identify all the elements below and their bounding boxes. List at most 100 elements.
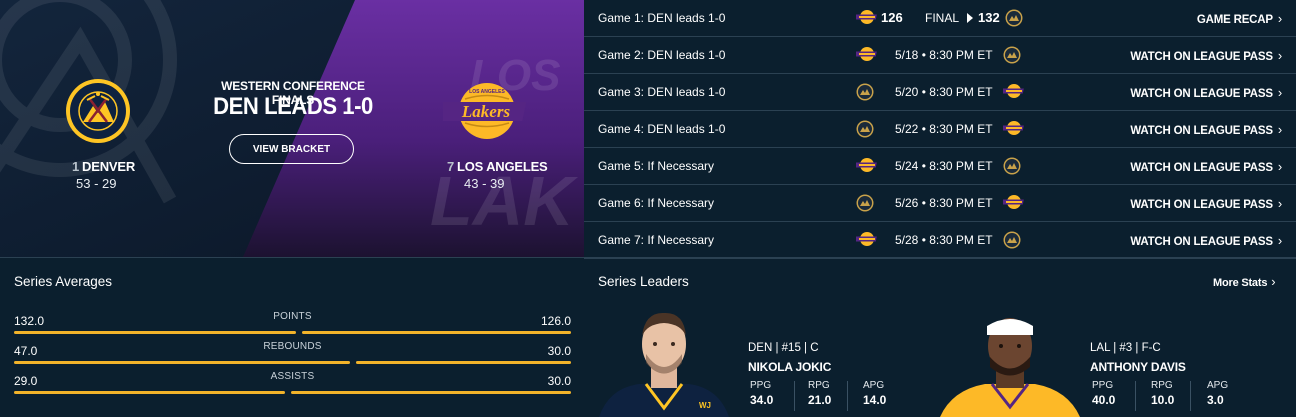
series-leaders-title: Series Leaders (598, 274, 689, 289)
game-label: Game 5: If Necessary (598, 159, 715, 173)
game-label: Game 2: DEN leads 1-0 (598, 48, 726, 62)
game-label: Game 6: If Necessary (598, 196, 715, 210)
average-stat-label: REBOUNDS (263, 341, 322, 352)
den-average-bar (14, 361, 350, 364)
average-stat-label: POINTS (273, 311, 312, 322)
game-link[interactable]: WATCH ON LEAGUE PASS › (1130, 48, 1282, 63)
winner-arrow-icon (967, 13, 973, 23)
lakers-logo (1000, 120, 1024, 138)
game-row[interactable]: Game 2: DEN leads 1-0 5/18 • 8:30 PM ET WA… (584, 37, 1296, 74)
player-headshot-davis[interactable] (940, 312, 1080, 417)
home-team-record: 53 - 29 (76, 176, 117, 191)
game-link[interactable]: WATCH ON LEAGUE PASS › (1130, 122, 1282, 137)
lal-average-value: 126.0 (540, 314, 571, 328)
player-team-meta: LAL | #3 | F-C (1090, 342, 1161, 354)
player-team-meta: DEN | #15 | C (748, 342, 819, 354)
nuggets-logo (856, 83, 876, 101)
stat-divider (847, 381, 848, 411)
series-averages-title: Series Averages (14, 274, 113, 289)
den-average-bar (14, 331, 296, 334)
chevron-right-icon: › (1277, 233, 1282, 248)
game-row[interactable]: Game 3: DEN leads 1-0 5/20 • 8:30 PM ET WA… (584, 74, 1296, 111)
nuggets-logo (1005, 9, 1025, 27)
more-stats-link[interactable]: More Stats › (1213, 274, 1276, 289)
game-link[interactable]: WATCH ON LEAGUE PASS › (1130, 196, 1282, 211)
lal-average-value: 30.0 (547, 344, 571, 358)
nuggets-logo[interactable] (65, 78, 131, 144)
game-row[interactable]: Game 1: DEN leads 1-0 126 FINAL 132 GAME REC… (584, 0, 1296, 37)
series-schedule: Game 1: DEN leads 1-0 126 FINAL 132 GAME REC… (584, 0, 1296, 259)
game-date: 5/28 • 8:30 PM ET (895, 233, 993, 247)
stat-apg: APG 14.0 (863, 380, 887, 407)
lakers-logo (853, 9, 877, 27)
lakers-logo[interactable]: Lakers LOS ANGELES (443, 80, 531, 142)
chevron-right-icon: › (1277, 159, 1282, 174)
lakers-logo (853, 231, 877, 249)
series-hero: LOS LAK 1 DENVER 53 - 29 WESTERN CONFEREN… (0, 0, 584, 257)
player-name: ANTHONY DAVIS (1090, 360, 1186, 374)
average-stat-label: ASSISTS (270, 371, 315, 382)
game-label: Game 4: DEN leads 1-0 (598, 122, 726, 136)
chevron-right-icon: › (1277, 85, 1282, 100)
lakers-logo (853, 46, 877, 64)
game-row[interactable]: Game 7: If Necessary 5/28 • 8:30 PM ET WAT… (584, 222, 1296, 259)
game-status: FINAL (925, 11, 960, 25)
stat-divider (1190, 381, 1191, 411)
lakers-logo (853, 157, 877, 175)
chevron-right-icon: › (1277, 48, 1282, 63)
nuggets-logo (856, 194, 876, 212)
svg-text:WJ: WJ (699, 401, 711, 410)
lakers-logo (1000, 83, 1024, 101)
game-label: Game 3: DEN leads 1-0 (598, 85, 726, 99)
average-row-points: 132.0 POINTS 126.0 (14, 311, 571, 344)
game-date: 5/22 • 8:30 PM ET (895, 122, 993, 136)
stat-ppg: PPG 34.0 (750, 380, 774, 407)
game-link[interactable]: GAME RECAP › (1197, 11, 1282, 26)
nuggets-logo (1003, 231, 1023, 249)
lal-average-bar (302, 331, 571, 334)
chevron-right-icon: › (1277, 11, 1282, 26)
left-team-score: 126 (881, 10, 903, 25)
away-team-name[interactable]: 7 LOS ANGELES (447, 159, 548, 174)
game-link[interactable]: WATCH ON LEAGUE PASS › (1130, 85, 1282, 100)
player-headshot-jokic[interactable]: WJ (599, 308, 729, 417)
nuggets-logo (1003, 157, 1023, 175)
svg-text:Lakers: Lakers (461, 102, 511, 121)
game-date: 5/18 • 8:30 PM ET (895, 48, 993, 62)
home-team-name[interactable]: 1 DENVER (72, 159, 135, 174)
den-average-bar (14, 391, 285, 394)
chevron-right-icon: › (1271, 274, 1276, 289)
lal-average-value: 30.0 (547, 374, 571, 388)
series-status: DEN LEADS 1-0 (213, 93, 373, 120)
lal-average-bar (291, 391, 571, 394)
game-row[interactable]: Game 4: DEN leads 1-0 5/22 • 8:30 PM ET WA… (584, 111, 1296, 148)
game-label: Game 7: If Necessary (598, 233, 715, 247)
stat-divider (794, 381, 795, 411)
player-name: NIKOLA JOKIC (748, 360, 832, 374)
game-date: 5/26 • 8:30 PM ET (895, 196, 993, 210)
right-team-score: 132 (978, 10, 1000, 25)
game-label: Game 1: DEN leads 1-0 (598, 11, 726, 25)
game-date: 5/20 • 8:30 PM ET (895, 85, 993, 99)
nuggets-logo (1003, 46, 1023, 64)
view-bracket-button[interactable]: VIEW BRACKET (229, 134, 354, 164)
stat-apg: APG 3.0 (1207, 380, 1229, 407)
home-team-seed: 1 (72, 159, 80, 174)
stat-ppg: PPG 40.0 (1092, 380, 1116, 407)
game-row[interactable]: Game 5: If Necessary 5/24 • 8:30 PM ET WAT… (584, 148, 1296, 185)
away-team-seed: 7 (447, 159, 455, 174)
nuggets-logo (856, 120, 876, 138)
stat-divider (1135, 381, 1136, 411)
game-link[interactable]: WATCH ON LEAGUE PASS › (1130, 233, 1282, 248)
chevron-right-icon: › (1277, 196, 1282, 211)
average-row-rebounds: 47.0 REBOUNDS 30.0 (14, 341, 571, 374)
game-link[interactable]: WATCH ON LEAGUE PASS › (1130, 159, 1282, 174)
svg-text:LOS ANGELES: LOS ANGELES (469, 89, 505, 95)
section-divider (0, 257, 1296, 258)
stat-rpg: RPG 21.0 (808, 380, 832, 407)
game-row[interactable]: Game 6: If Necessary 5/26 • 8:30 PM ET WAT… (584, 185, 1296, 222)
game-date: 5/24 • 8:30 PM ET (895, 159, 993, 173)
chevron-right-icon: › (1277, 122, 1282, 137)
lal-average-bar (356, 361, 571, 364)
stat-rpg: RPG 10.0 (1151, 380, 1175, 407)
